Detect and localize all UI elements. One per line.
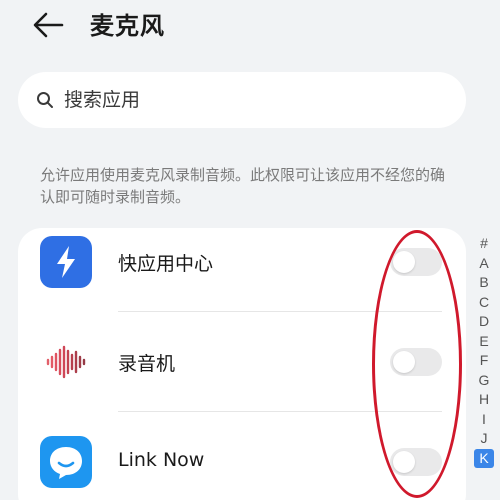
permission-description: 允许应用使用麦克风录制音频。此权限可让该应用不经您的确认即可随时录制音频。 bbox=[40, 166, 446, 206]
index-letter[interactable]: I bbox=[474, 410, 494, 430]
index-letter[interactable]: F bbox=[474, 351, 494, 371]
index-letter[interactable]: J bbox=[474, 429, 494, 449]
sound-recorder-icon bbox=[40, 336, 92, 388]
index-letter[interactable]: A bbox=[474, 254, 494, 274]
microphone-permission-toggle[interactable] bbox=[390, 448, 442, 476]
list-item[interactable]: Link Now bbox=[18, 412, 466, 500]
index-letter[interactable]: E bbox=[474, 332, 494, 352]
index-letter[interactable]: C bbox=[474, 293, 494, 313]
search-icon bbox=[37, 92, 53, 108]
index-letter-active[interactable]: K bbox=[474, 448, 494, 468]
alphabet-index[interactable]: # A B C D E F G H I J K bbox=[474, 234, 494, 468]
app-name: Link Now bbox=[118, 449, 205, 471]
list-item[interactable]: 录音机 bbox=[18, 312, 466, 412]
app-list: 快应用中心 录音机 Link Now bbox=[18, 228, 466, 500]
index-letter[interactable]: H bbox=[474, 390, 494, 410]
list-item[interactable]: 快应用中心 bbox=[18, 212, 466, 312]
index-letter[interactable]: D bbox=[474, 312, 494, 332]
toggle-knob bbox=[393, 251, 415, 273]
arrow-left-icon bbox=[33, 12, 64, 38]
page-title: 麦克风 bbox=[90, 12, 165, 40]
toggle-knob bbox=[393, 351, 415, 373]
index-letter[interactable]: # bbox=[474, 234, 494, 254]
header: 麦克风 bbox=[0, 0, 500, 56]
app-name: 录音机 bbox=[118, 353, 176, 375]
microphone-permission-toggle[interactable] bbox=[390, 248, 442, 276]
back-button[interactable] bbox=[30, 8, 70, 42]
index-letter[interactable]: G bbox=[474, 371, 494, 391]
app-name: 快应用中心 bbox=[118, 253, 214, 275]
search-bar[interactable] bbox=[18, 72, 466, 128]
quick-app-center-icon bbox=[40, 236, 92, 288]
index-letter[interactable]: B bbox=[474, 273, 494, 293]
search-input[interactable] bbox=[64, 84, 444, 116]
toggle-knob bbox=[393, 451, 415, 473]
link-now-icon bbox=[40, 436, 92, 488]
microphone-permission-toggle[interactable] bbox=[390, 348, 442, 376]
